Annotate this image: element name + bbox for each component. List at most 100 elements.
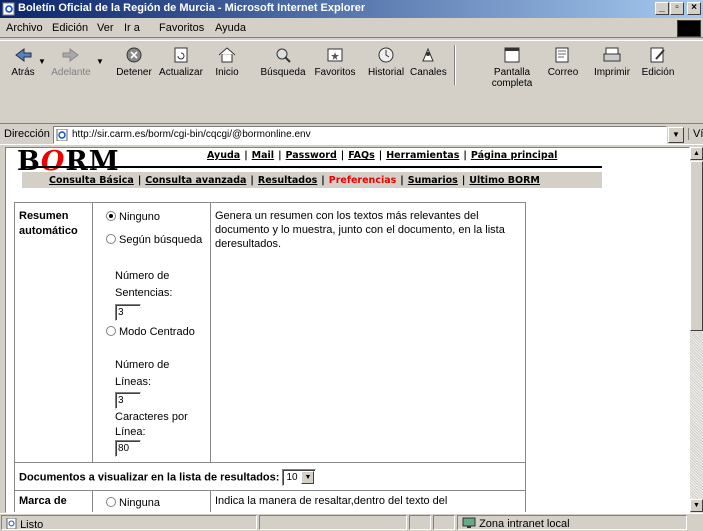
address-url: http://sir.carm.es/borm/cgi-bin/cqcgi/@b… (72, 129, 311, 140)
nav-resultados[interactable]: Resultados (258, 175, 317, 186)
radio-segun-busqueda[interactable] (106, 234, 116, 244)
link-faqs[interactable]: FAQs (348, 150, 374, 161)
radio-ninguna[interactable] (106, 497, 116, 507)
link-pagina-principal[interactable]: Página principal (471, 150, 558, 161)
table-border-top (14, 202, 525, 203)
menu-archivo[interactable]: Archivo (6, 22, 43, 34)
radio-modo-label: Modo Centrado (119, 326, 195, 338)
status-text: Listo (6, 517, 43, 531)
documentos-select[interactable]: 10 ▼ (282, 469, 317, 486)
page-icon (56, 129, 68, 141)
documentos-label: Documentos a visualizar en la lista de r… (19, 471, 280, 484)
menu-ver[interactable]: Ver (97, 22, 114, 34)
scroll-down-icon[interactable]: ▼ (690, 499, 703, 512)
refresh-button[interactable]: Actualizar (156, 45, 206, 78)
radio-ninguna-row[interactable]: Ninguna (106, 497, 160, 509)
printer-icon (603, 47, 621, 62)
link-herramientas[interactable]: Herramientas (386, 150, 459, 161)
radio-modo-centrado[interactable] (106, 326, 116, 336)
num-sentencias-input[interactable]: 3 (115, 304, 141, 321)
status-page-icon (6, 517, 17, 530)
caracteres-label: Caracteres por Línea: (115, 411, 188, 438)
vertical-scrollbar[interactable]: ▲ ▼ (690, 147, 703, 513)
edit-button[interactable]: Edición (638, 45, 678, 78)
radio-modo-row[interactable]: Modo Centrado (106, 324, 208, 341)
status-bar: Listo Zona intranet local (0, 513, 703, 531)
history-button[interactable]: Historial (366, 45, 406, 78)
link-password[interactable]: Password (286, 150, 337, 161)
home-label: Inicio (215, 67, 239, 78)
radio-segun-row[interactable]: Según búsqueda (106, 232, 208, 249)
search-icon (276, 48, 291, 63)
forward-button[interactable]: Adelante (48, 45, 94, 78)
caracteres-input[interactable]: 80 (115, 440, 141, 457)
minimize-button[interactable]: _ (655, 2, 669, 15)
link-ayuda[interactable]: Ayuda (207, 150, 240, 161)
close-button[interactable]: × (687, 2, 701, 15)
radio-ninguna-label: Ninguna (119, 497, 160, 509)
mail-label: Correo (547, 67, 579, 78)
channels-button[interactable]: Canales (410, 45, 447, 78)
windows-logo-icon (677, 20, 701, 37)
maximize-button[interactable]: ▫ (670, 2, 684, 15)
history-label: Historial (367, 67, 405, 78)
scroll-thumb[interactable] (690, 161, 703, 331)
menu-ayuda[interactable]: Ayuda (215, 22, 246, 34)
link-mail[interactable]: Mail (252, 150, 274, 161)
address-dropdown-button[interactable]: ▼ (668, 127, 684, 143)
forward-dropdown-icon[interactable]: ▼ (96, 57, 104, 66)
radio-ninguno[interactable] (106, 211, 116, 221)
home-icon (218, 47, 236, 63)
intranet-zone-icon (462, 517, 476, 528)
status-panel-empty (409, 515, 431, 530)
table-border-left (14, 202, 15, 512)
fullscreen-icon (504, 47, 520, 63)
documentos-row: Documentos a visualizar en la lista de r… (19, 469, 317, 486)
table-border-right (525, 202, 526, 512)
ie-page-icon (2, 2, 15, 16)
print-button[interactable]: Imprimir (592, 45, 632, 78)
channels-label: Canales (410, 67, 447, 78)
chevron-down-icon[interactable]: ▼ (301, 471, 315, 484)
search-button[interactable]: Búsqueda (259, 45, 307, 78)
nav-ultimo-borm[interactable]: Ultimo BORM (469, 175, 540, 186)
favorites-button[interactable]: Favoritos (310, 45, 360, 78)
back-dropdown-icon[interactable]: ▼ (38, 57, 46, 66)
home-button[interactable]: Inicio (210, 45, 244, 78)
menu-edicion[interactable]: Edición (52, 22, 88, 34)
menu-ir-a[interactable]: Ir a (124, 22, 140, 34)
status-zone-panel: Zona intranet local (457, 515, 687, 530)
address-bar: Dirección http://sir.carm.es/borm/cgi-bi… (0, 123, 703, 145)
radio-ninguno-label: Ninguno (119, 211, 160, 223)
back-label: Atrás (11, 67, 35, 78)
status-zone: Zona intranet local (462, 517, 570, 530)
radio-ninguno-row[interactable]: Ninguno (106, 211, 206, 223)
header-rule (22, 166, 602, 168)
nav-consulta-avanzada[interactable]: Consulta avanzada (145, 175, 246, 186)
mail-icon (555, 47, 569, 63)
stop-icon (126, 47, 142, 63)
forward-label: Adelante (51, 67, 91, 78)
edit-label: Edición (641, 67, 675, 78)
stop-button[interactable]: Detener (112, 45, 156, 78)
nav-sumarios[interactable]: Sumarios (408, 175, 458, 186)
num-sentencias-label: Número de Sentencias: (115, 270, 173, 299)
fullscreen-button[interactable]: Pantalla completa (482, 45, 542, 89)
resumen-description: Genera un resumen con los textos más rel… (215, 210, 505, 250)
table-col-divider (210, 202, 211, 462)
history-icon (378, 47, 394, 63)
scroll-up-icon[interactable]: ▲ (690, 147, 703, 160)
documentos-select-value: 10 (286, 472, 298, 483)
num-lineas-input[interactable]: 3 (115, 392, 141, 409)
nav-consulta-basica[interactable]: Consulta Básica (49, 175, 134, 186)
links-toolbar[interactable]: Vínculos (688, 128, 703, 140)
resumen-label: Resumen automático (19, 210, 78, 237)
fullscreen-label: Pantalla completa (491, 67, 533, 89)
nav-preferencias[interactable]: Preferencias (329, 175, 397, 186)
menu-favoritos[interactable]: Favoritos (159, 22, 204, 34)
mail-button[interactable]: Correo (545, 45, 581, 78)
address-input[interactable]: http://sir.carm.es/borm/cgi-bin/cqcgi/@b… (53, 126, 667, 144)
stop-label: Detener (116, 67, 152, 78)
back-button[interactable]: Atrás (6, 45, 40, 78)
refresh-label: Actualizar (159, 67, 203, 78)
